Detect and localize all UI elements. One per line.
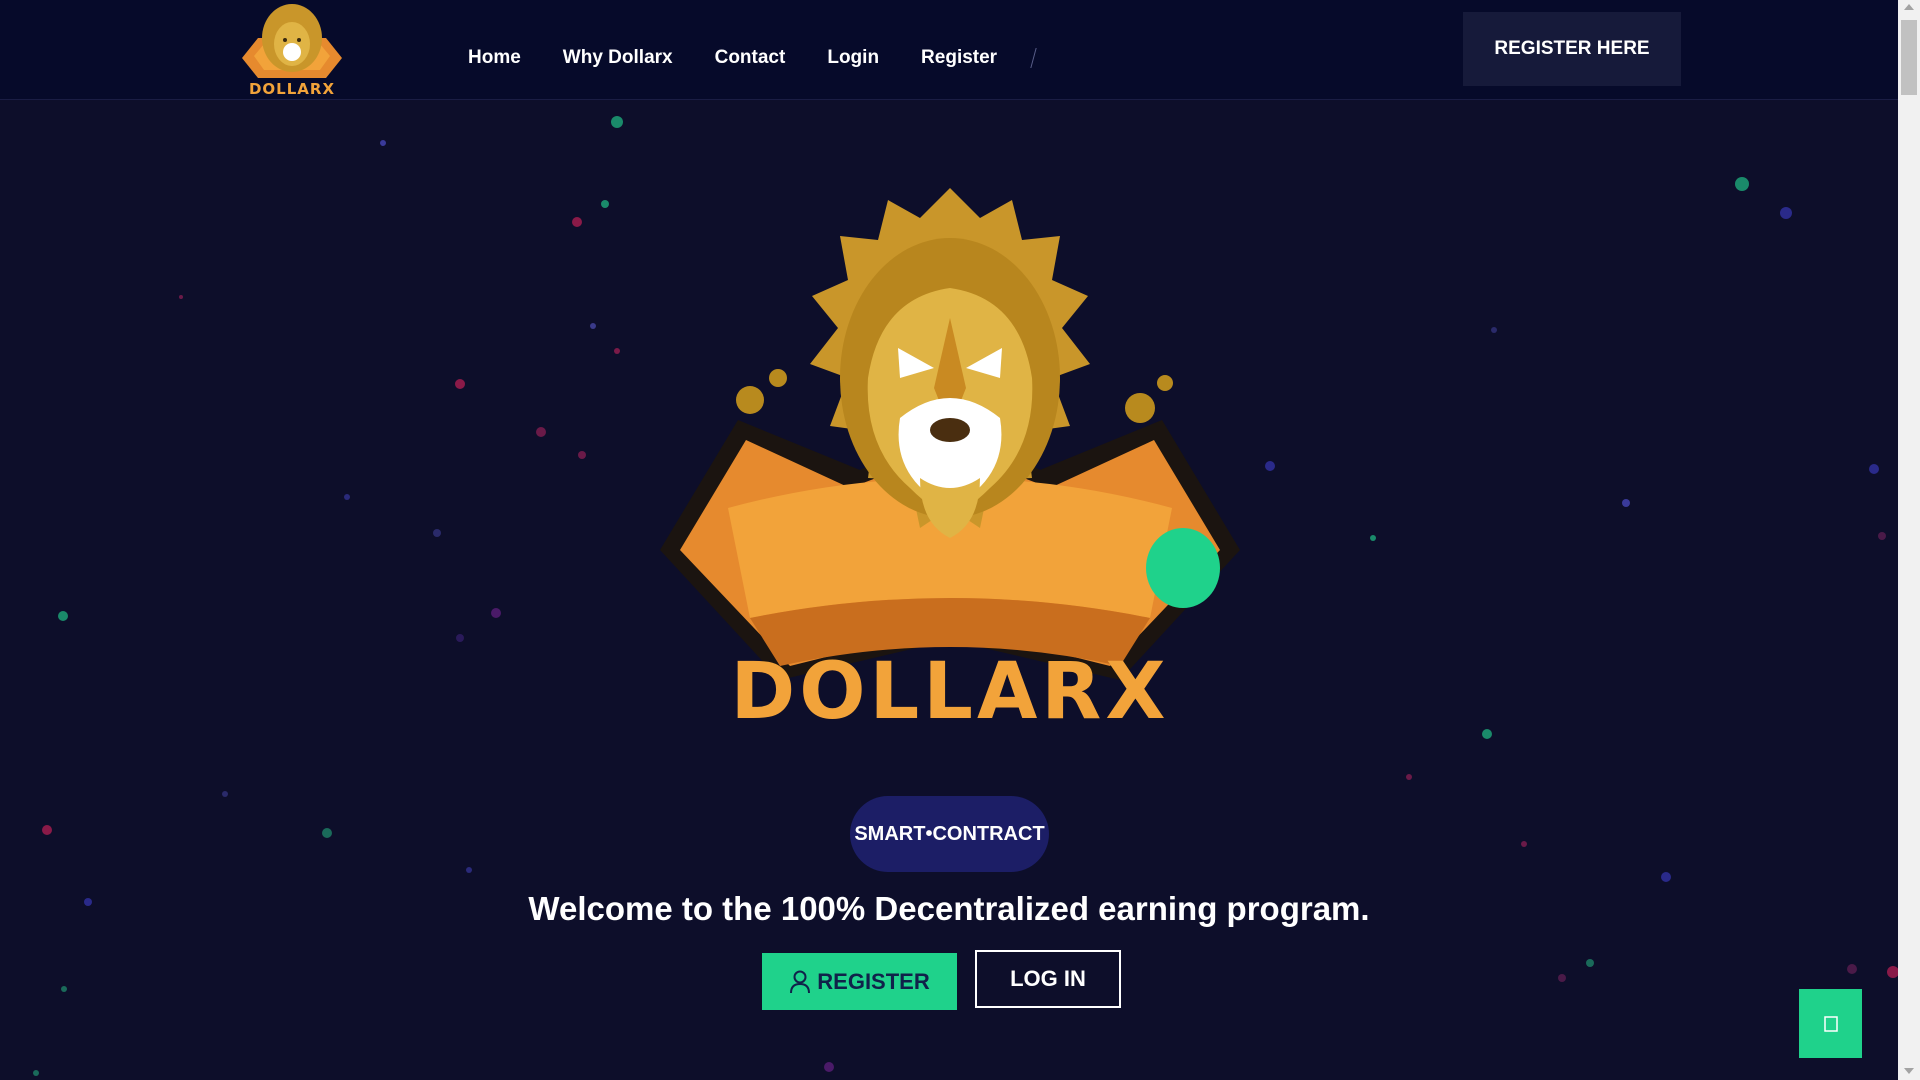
nav-contact[interactable]: Contact: [715, 47, 786, 69]
scroll-up-arrow-icon[interactable]: [1904, 4, 1914, 10]
scroll-thumb[interactable]: [1901, 20, 1917, 95]
register-here-button[interactable]: REGISTER HERE: [1463, 12, 1681, 86]
nav-register[interactable]: Register: [921, 47, 997, 69]
main-nav: Home Why Dollarx Contact Login Register: [468, 44, 1037, 72]
site-logo[interactable]: DOLLARX: [240, 0, 344, 98]
page: DOLLARX Home Why Dollarx Contact Login R…: [0, 0, 1898, 1080]
register-button-label: REGISTER: [817, 968, 930, 994]
scroll-down-arrow-icon[interactable]: [1904, 1068, 1914, 1074]
nav-why-dollarx[interactable]: Why Dollarx: [563, 47, 673, 69]
user-icon: [790, 970, 811, 993]
floating-action-button[interactable]: [1799, 989, 1862, 1058]
floating-green-dot: [1146, 528, 1220, 608]
logo-wordmark: DOLLARX: [248, 80, 336, 98]
hero-lion-logo: DOLLARX: [660, 188, 1240, 737]
chat-icon: [1823, 1015, 1838, 1032]
register-button[interactable]: REGISTER: [762, 953, 957, 1010]
nav-divider: [1030, 48, 1037, 68]
smart-contract-badge: SMART•CONTRACT: [850, 796, 1049, 872]
welcome-heading: Welcome to the 100% Decentralized earnin…: [528, 890, 1370, 927]
vertical-scrollbar[interactable]: [1898, 0, 1920, 1080]
nav-home[interactable]: Home: [468, 47, 521, 69]
site-header: DOLLARX Home Why Dollarx Contact Login R…: [0, 0, 1898, 100]
nav-login[interactable]: Login: [827, 47, 879, 69]
login-button[interactable]: LOG IN: [975, 950, 1121, 1008]
hero-wordmark: DOLLARX: [730, 647, 1169, 737]
